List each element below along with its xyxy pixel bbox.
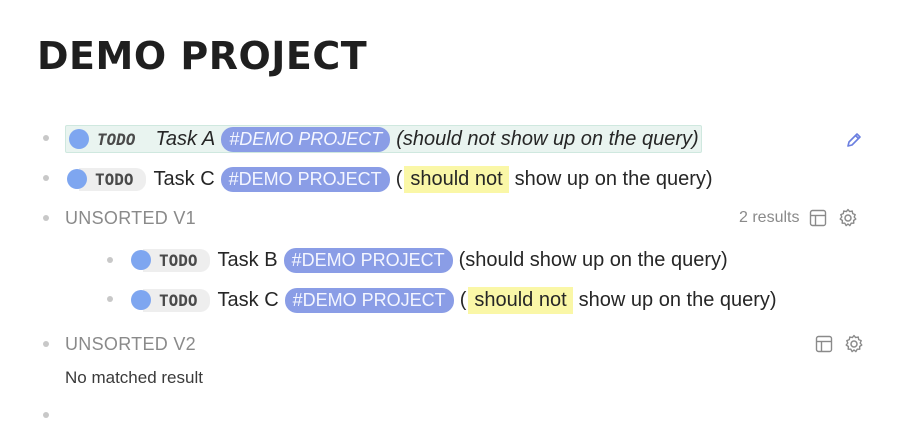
result-bullet[interactable]	[107, 296, 113, 302]
task-suffix: (should not show up on the query)	[396, 127, 699, 150]
query-header-v2: UNSORTED V2	[65, 329, 196, 359]
query-header-v1: UNSORTED V1	[65, 203, 196, 233]
query-controls-v2	[813, 333, 865, 355]
tag-demo-project[interactable]: #DEMO PROJECT	[283, 247, 453, 273]
task-suffix: show up on the query)	[578, 288, 777, 311]
task-text: Task A	[155, 127, 216, 150]
highlighted-text: should not	[404, 165, 509, 193]
block-bullet[interactable]	[43, 341, 49, 347]
query-title: UNSORTED V1	[65, 207, 196, 228]
tag-demo-project[interactable]: #DEMO PROJECT	[220, 166, 390, 192]
todo-marker[interactable]: TODO	[79, 167, 146, 191]
tag-demo-project[interactable]: #DEMO PROJECT	[284, 287, 454, 313]
task-text: Task C	[153, 167, 215, 190]
query-title: UNSORTED V2	[65, 333, 196, 354]
todo-marker[interactable]: TODO	[143, 288, 210, 312]
block-task-c[interactable]: TODO Task C #DEMO PROJECT ( should not s…	[65, 164, 713, 194]
block-bullet[interactable]	[43, 135, 49, 141]
empty-query-message: No matched result	[65, 368, 203, 387]
pencil-icon[interactable]	[843, 129, 865, 151]
page-title: DEMO PROJECT	[37, 34, 368, 78]
block-bullet[interactable]	[43, 412, 49, 418]
block-task-a[interactable]: TODO Task A #DEMO PROJECT (should not sh…	[65, 124, 702, 154]
table-icon[interactable]	[813, 333, 835, 355]
todo-marker[interactable]: TODO	[81, 128, 148, 151]
query-controls-v1: 2 results	[739, 207, 859, 229]
block-editor[interactable]: TODO Task A #DEMO PROJECT (should not sh…	[65, 125, 702, 153]
block-bullet[interactable]	[43, 215, 49, 221]
query-result-item[interactable]: TODO Task B #DEMO PROJECT (should show u…	[129, 245, 728, 275]
result-bullet[interactable]	[107, 257, 113, 263]
open-paren: (	[395, 167, 403, 190]
task-marker-dot[interactable]	[69, 129, 89, 149]
query-result-item[interactable]: TODO Task C #DEMO PROJECT ( should not s…	[129, 285, 777, 315]
task-marker-dot[interactable]	[131, 250, 151, 270]
tag-demo-project[interactable]: #DEMO PROJECT	[221, 126, 391, 152]
task-text: Task B	[217, 248, 278, 271]
todo-marker[interactable]: TODO	[143, 248, 210, 272]
task-suffix: (should show up on the query)	[458, 248, 728, 271]
gear-icon[interactable]	[843, 333, 865, 355]
task-marker-dot[interactable]	[67, 169, 87, 189]
table-icon[interactable]	[807, 207, 829, 229]
block-bullet[interactable]	[43, 175, 49, 181]
gear-icon[interactable]	[837, 207, 859, 229]
open-paren: (	[459, 288, 467, 311]
highlighted-text: should not	[468, 286, 573, 314]
task-text: Task C	[217, 288, 279, 311]
task-suffix: show up on the query)	[514, 167, 713, 190]
task-marker-dot[interactable]	[131, 290, 151, 310]
results-count: 2 results	[739, 209, 800, 226]
